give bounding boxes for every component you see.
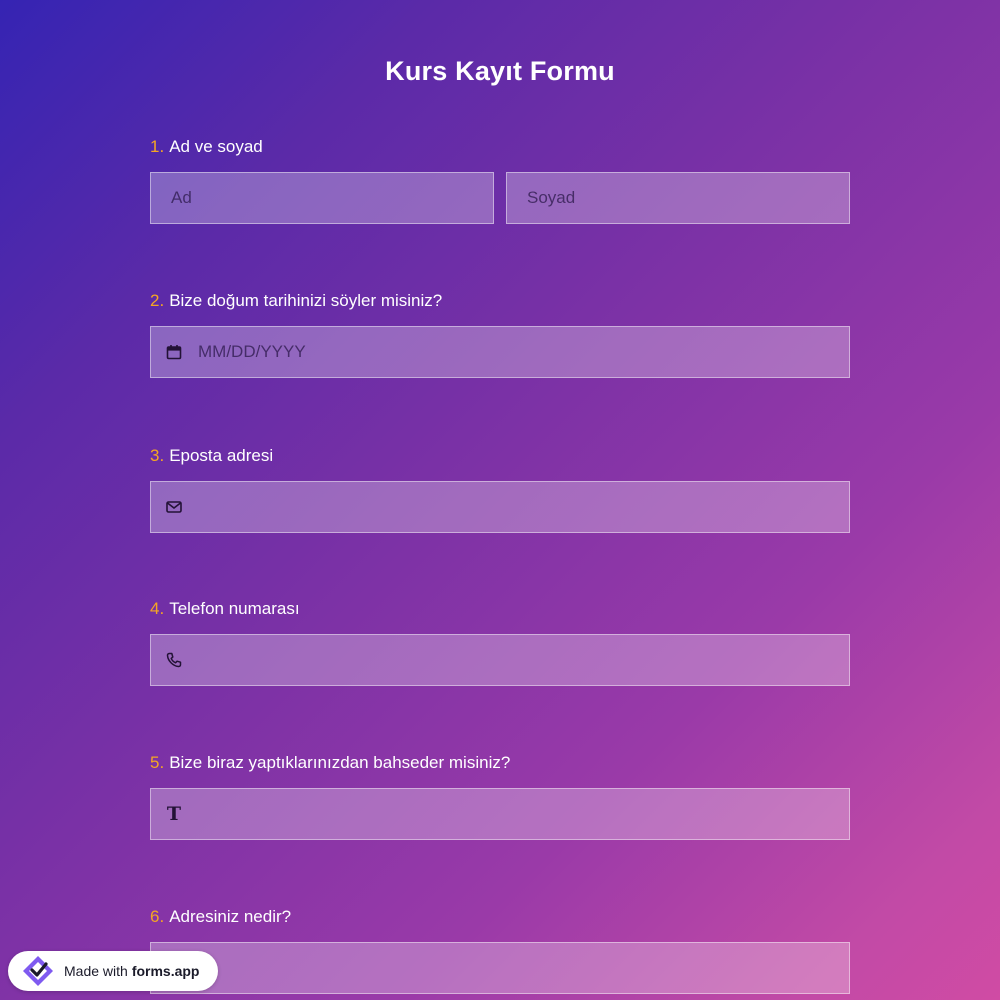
made-with-badge[interactable]: Made with forms.app <box>8 951 218 991</box>
question-number: 6. <box>150 907 165 926</box>
question-phone: 4. Telefon numarası <box>150 598 850 686</box>
email-field <box>150 481 850 533</box>
question-text: Bize biraz yaptıklarınızdan bahseder mis… <box>169 753 511 772</box>
question-label: 6. Adresiniz nedir? <box>150 906 850 928</box>
question-birthdate: 2. Bize doğum tarihinizi söyler misiniz? <box>150 290 850 378</box>
question-name: 1. Ad ve soyad <box>150 136 850 224</box>
about-input[interactable] <box>151 789 849 839</box>
question-label: 3. Eposta adresi <box>150 445 850 467</box>
question-address: 6. Adresiniz nedir? <box>150 906 850 994</box>
badge-prefix: Made with <box>64 963 128 979</box>
question-text: Adresiniz nedir? <box>169 907 292 926</box>
first-name-field <box>150 172 494 224</box>
first-name-input[interactable] <box>151 173 493 223</box>
question-number: 5. <box>150 753 165 772</box>
address-input[interactable] <box>151 943 849 993</box>
address-field <box>150 942 850 994</box>
question-label: 5. Bize biraz yaptıklarınızdan bahseder m… <box>150 752 850 774</box>
question-number: 3. <box>150 446 165 465</box>
question-text: Bize doğum tarihinizi söyler misiniz? <box>169 291 443 310</box>
question-number: 2. <box>150 291 165 310</box>
badge-brand: forms.app <box>131 963 200 979</box>
last-name-input[interactable] <box>507 173 849 223</box>
about-field: T <box>150 788 850 840</box>
question-text: Ad ve soyad <box>169 137 263 156</box>
question-email: 3. Eposta adresi <box>150 445 850 533</box>
birthdate-field <box>150 326 850 378</box>
question-number: 1. <box>150 137 165 156</box>
birthdate-input[interactable] <box>151 327 849 377</box>
question-label: 2. Bize doğum tarihinizi söyler misiniz? <box>150 290 850 312</box>
email-input[interactable] <box>151 482 849 532</box>
question-text: Telefon numarası <box>169 599 300 618</box>
question-text: Eposta adresi <box>169 446 274 465</box>
forms-app-logo-icon <box>18 951 58 991</box>
form-title: Kurs Kayıt Formu <box>385 56 615 87</box>
question-label: 1. Ad ve soyad <box>150 136 850 158</box>
phone-input[interactable] <box>151 635 849 685</box>
phone-field <box>150 634 850 686</box>
last-name-field <box>506 172 850 224</box>
question-label: 4. Telefon numarası <box>150 598 850 620</box>
question-number: 4. <box>150 599 165 618</box>
question-about: 5. Bize biraz yaptıklarınızdan bahseder m… <box>150 752 850 840</box>
